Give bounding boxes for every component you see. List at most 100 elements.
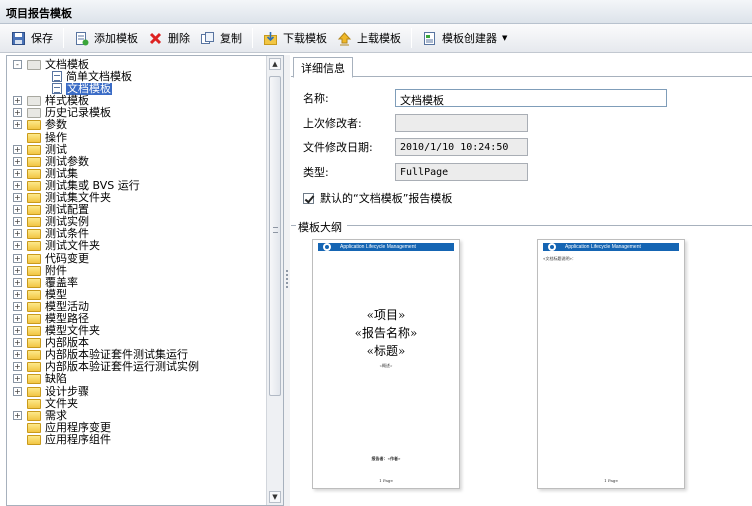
tree-node[interactable]: 简单文档模板 [7, 71, 267, 83]
document-icon [52, 83, 62, 95]
template-preview-page-1: Application Lifecycle Management «项目» «报… [312, 239, 460, 489]
folder-icon [27, 132, 41, 143]
expand-icon[interactable]: + [13, 362, 22, 372]
scroll-thumb[interactable] [269, 76, 281, 396]
expand-icon[interactable]: + [13, 253, 22, 263]
hp-logo-icon [548, 243, 556, 251]
panel-splitter[interactable] [284, 55, 290, 506]
preview-summary-field: «概述» [379, 363, 393, 368]
template-creator-button[interactable]: 模板创建器 ▼ [417, 27, 512, 49]
tree-node-label: 测试参数 [45, 154, 89, 168]
tree-node-label: 测试文件夹 [45, 239, 100, 253]
copy-button[interactable]: 复制 [195, 27, 247, 49]
folder-icon [27, 434, 41, 445]
tree-node-label: 内部版本验证套件运行测试实例 [45, 360, 199, 374]
expand-icon[interactable]: + [13, 410, 22, 420]
toolbar-separator [63, 28, 64, 48]
delete-button[interactable]: 删除 [143, 27, 195, 49]
name-field[interactable]: 文档模板 [395, 89, 667, 107]
collapse-icon[interactable]: - [13, 60, 22, 69]
expand-icon[interactable]: + [13, 301, 22, 311]
expand-icon[interactable]: + [13, 193, 22, 203]
expand-icon[interactable]: + [13, 277, 22, 287]
tree-node[interactable]: 文件夹 [7, 397, 267, 410]
type-row: 类型: FullPage [303, 163, 528, 181]
expand-icon[interactable]: + [13, 144, 22, 154]
tree-scrollbar[interactable]: ▲ ▼ [266, 56, 283, 505]
template-tree[interactable]: - 文档模板 简单文档模板 文档模板 + 样式模板 + 历史记录模板 + 参数 操作 + 测试 + 测试参数… [7, 56, 267, 505]
scroll-up-arrow-icon[interactable]: ▲ [269, 58, 281, 70]
tree-node[interactable]: + 附件 [7, 264, 267, 277]
folder-icon [27, 362, 41, 373]
folder-icon [27, 60, 41, 70]
folder-icon [27, 301, 41, 312]
name-row: 名称: 文档模板 [303, 89, 667, 107]
save-icon [11, 31, 26, 46]
download-template-button[interactable]: 下载模板 [258, 27, 332, 49]
tree-node[interactable]: + 参数 [7, 119, 267, 131]
expand-icon[interactable]: + [13, 168, 22, 178]
folder-icon [27, 265, 41, 276]
expand-icon[interactable]: + [13, 217, 22, 227]
folder-icon [27, 168, 41, 179]
tree-node[interactable]: 操作 [7, 131, 267, 144]
expand-icon[interactable]: + [13, 289, 22, 299]
tree-node[interactable]: + 需求 [7, 408, 267, 422]
expand-icon[interactable]: + [13, 180, 22, 190]
tab-bar: 详细信息 [291, 55, 752, 78]
tree-node[interactable]: + 设计步骤 [7, 385, 267, 398]
chevron-down-icon: ▼ [502, 34, 508, 42]
tree-node-label: 覆盖率 [45, 275, 78, 289]
folder-icon [27, 193, 41, 204]
tree-node[interactable]: + 测试 [7, 143, 267, 156]
default-template-checkbox[interactable] [303, 192, 314, 204]
folder-icon [27, 180, 41, 191]
add-template-button[interactable]: 添加模板 [69, 27, 143, 49]
expand-icon[interactable]: + [13, 313, 22, 323]
toolbar-separator [252, 28, 253, 48]
upload-template-button[interactable]: 上载模板 [332, 27, 406, 49]
toolbar: 保存 添加模板 删除 复制 下载模板 上载模板 模板创建器 ▼ [0, 24, 752, 53]
hp-logo-icon [323, 243, 331, 251]
expand-icon[interactable]: + [13, 120, 22, 130]
details-panel: 详细信息 名称: 文档模板 上次修改者: 文件修改日期: 2010/1/10 1… [291, 55, 752, 506]
delete-x-icon [148, 31, 163, 46]
expand-icon[interactable]: + [13, 229, 22, 239]
expand-icon[interactable]: + [13, 350, 22, 360]
type-field: FullPage [395, 163, 528, 181]
expand-icon[interactable]: + [13, 156, 22, 166]
folder-icon [27, 253, 41, 264]
tree-node-label: 代码变更 [45, 251, 89, 265]
default-template-checkbox-row[interactable]: 默认的“文档模板”报告模板 [303, 190, 452, 206]
expand-icon[interactable]: + [13, 241, 22, 251]
expand-icon[interactable]: + [13, 265, 22, 275]
expand-icon[interactable]: + [13, 338, 22, 348]
tree-node[interactable]: + 缺陷 [7, 373, 267, 385]
tree-node-label: 需求 [45, 408, 67, 422]
folder-icon [27, 156, 41, 167]
expand-icon[interactable]: + [13, 205, 22, 215]
tree-node[interactable]: + 代码变更 [7, 251, 267, 265]
tree-node[interactable]: + 测试文件夹 [7, 240, 267, 252]
scroll-down-arrow-icon[interactable]: ▼ [269, 491, 281, 503]
folder-icon [27, 398, 41, 409]
template-preview-page-2: Application Lifecycle Management «文档标题说明… [537, 239, 685, 489]
expand-icon[interactable]: + [13, 108, 22, 118]
modifier-row: 上次修改者: [303, 114, 528, 132]
modifier-label: 上次修改者: [303, 117, 362, 130]
folder-icon [27, 144, 41, 155]
folder-icon [27, 96, 41, 107]
tab-details[interactable]: 详细信息 [293, 57, 353, 78]
expand-icon[interactable]: + [13, 96, 22, 106]
folder-icon [27, 241, 41, 252]
folder-icon [27, 229, 41, 240]
tree-node[interactable]: 应用程序组件 [7, 433, 267, 446]
tree-node[interactable]: - 文档模板 [7, 59, 267, 71]
folder-icon [27, 386, 41, 397]
expand-icon[interactable]: + [13, 374, 22, 384]
save-button[interactable]: 保存 [6, 27, 58, 49]
expand-icon[interactable]: + [13, 326, 22, 336]
expand-icon[interactable]: + [13, 386, 22, 396]
tree-node[interactable]: + 覆盖率 [7, 275, 267, 289]
download-folder-icon [263, 31, 278, 46]
